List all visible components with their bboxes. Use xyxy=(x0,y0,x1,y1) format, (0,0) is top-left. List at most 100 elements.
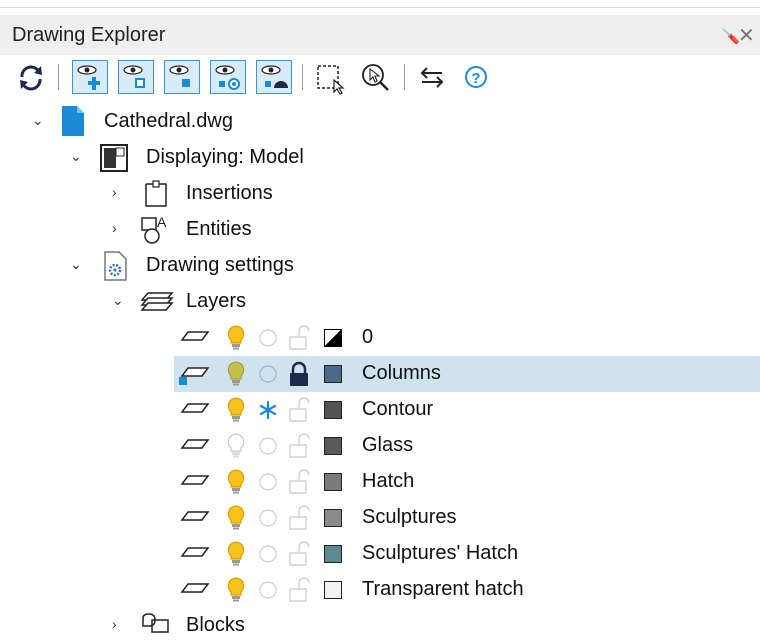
chevron-down-icon[interactable]: ⌄ xyxy=(70,256,82,273)
insertions-label: Insertions xyxy=(186,182,273,204)
layer-name: Transparent hatch xyxy=(362,578,524,600)
bulb-off-icon[interactable] xyxy=(226,433,246,464)
insertions-icon xyxy=(144,180,168,213)
bulb-on-icon[interactable] xyxy=(226,577,246,608)
layer-color-swatch[interactable] xyxy=(324,509,342,527)
layer-row[interactable]: Sculptures xyxy=(0,500,760,536)
unlock-icon[interactable] xyxy=(288,541,310,572)
chevron-down-icon[interactable]: ⌄ xyxy=(112,292,124,309)
panel-title: Drawing Explorer xyxy=(12,24,166,46)
unlock-icon[interactable] xyxy=(288,505,310,536)
help-icon[interactable]: ? xyxy=(458,58,494,96)
file-name: Cathedral.dwg xyxy=(104,110,233,132)
chevron-right-icon[interactable]: › xyxy=(112,616,117,632)
thaw-icon[interactable] xyxy=(258,508,278,533)
swap-icon[interactable] xyxy=(414,58,450,96)
layer-color-swatch[interactable] xyxy=(324,473,342,491)
thaw-icon[interactable] xyxy=(258,580,278,605)
bulb-on-icon[interactable] xyxy=(226,325,246,356)
svg-text:A: A xyxy=(157,214,167,230)
chevron-down-icon[interactable]: ⌄ xyxy=(32,112,44,129)
tree-node-displaying[interactable]: ⌄ Displaying: Model xyxy=(0,140,760,176)
tree-node-drawing-settings[interactable]: ⌄ Drawing settings xyxy=(0,248,760,284)
lock-icon[interactable] xyxy=(288,361,310,392)
layer-icon[interactable] xyxy=(178,578,212,607)
select-entities-icon[interactable] xyxy=(312,58,348,96)
layer-icon[interactable] xyxy=(178,434,212,463)
layer-name: Contour xyxy=(362,398,434,420)
file-icon xyxy=(62,106,84,141)
bulb-on-icon[interactable] xyxy=(226,361,246,392)
layer-color-swatch[interactable] xyxy=(324,365,342,383)
top-border xyxy=(0,0,760,8)
entities-icon: A xyxy=(140,214,172,251)
pin-icon[interactable]: 🪛 xyxy=(720,26,740,46)
layer-row[interactable]: Hatch xyxy=(0,464,760,500)
layer-name: 0 xyxy=(362,326,374,348)
layer-color-swatch[interactable] xyxy=(324,437,342,455)
tree-node-layers[interactable]: ⌄ Layers xyxy=(0,284,760,320)
layer-icon[interactable] xyxy=(178,470,212,499)
tree-node-blocks[interactable]: › Blocks xyxy=(0,608,760,644)
layer-row[interactable]: Sculptures' Hatch xyxy=(0,536,760,572)
view-option-3-icon[interactable] xyxy=(210,60,246,94)
bulb-on-icon[interactable] xyxy=(226,469,246,500)
thaw-icon[interactable] xyxy=(258,364,278,389)
layer-color-swatch[interactable] xyxy=(324,329,342,347)
unlock-icon[interactable] xyxy=(288,577,310,608)
view-option-2-icon[interactable] xyxy=(164,60,200,94)
thaw-icon[interactable] xyxy=(258,472,278,497)
layer-icon[interactable] xyxy=(178,398,212,427)
close-icon[interactable]: ✕ xyxy=(738,23,755,48)
model-space-icon xyxy=(100,144,128,177)
snowflake-icon[interactable] xyxy=(258,400,278,425)
toolbar: ? xyxy=(0,58,760,100)
tree-node-insertions[interactable]: › Insertions xyxy=(0,176,760,212)
view-option-1-icon[interactable] xyxy=(118,60,154,94)
layer-icon[interactable] xyxy=(178,506,212,535)
layer-row[interactable]: Contour xyxy=(0,392,760,428)
layer-row[interactable]: Glass xyxy=(0,428,760,464)
zoom-to-selection-icon[interactable] xyxy=(358,58,394,96)
layer-row[interactable]: Transparent hatch xyxy=(0,572,760,608)
current-layer-icon[interactable] xyxy=(178,362,212,391)
layer-row[interactable]: 0 xyxy=(0,320,760,356)
thaw-icon[interactable] xyxy=(258,436,278,461)
thaw-icon[interactable] xyxy=(258,328,278,353)
layer-name: Sculptures' Hatch xyxy=(362,542,519,564)
layer-name: Glass xyxy=(362,434,414,456)
bulb-on-icon[interactable] xyxy=(226,397,246,428)
bulb-on-icon[interactable] xyxy=(226,505,246,536)
unlock-icon[interactable] xyxy=(288,325,310,356)
new-view-icon[interactable] xyxy=(72,60,108,94)
panel-titlebar: Drawing Explorer 🪛 ✕ xyxy=(0,15,760,55)
layers-label: Layers xyxy=(186,290,247,312)
thaw-icon[interactable] xyxy=(258,544,278,569)
tree-node-file[interactable]: ⌄ Cathedral.dwg xyxy=(0,104,760,140)
bulb-on-icon[interactable] xyxy=(226,541,246,572)
chevron-down-icon[interactable]: ⌄ xyxy=(70,148,82,165)
entities-label: Entities xyxy=(186,218,252,240)
layer-color-swatch[interactable] xyxy=(324,401,342,419)
drawing-settings-label: Drawing settings xyxy=(146,254,294,276)
unlock-icon[interactable] xyxy=(288,397,310,428)
unlock-icon[interactable] xyxy=(288,469,310,500)
layers-icon xyxy=(140,290,174,319)
layer-color-swatch[interactable] xyxy=(324,545,342,563)
view-option-4-icon[interactable] xyxy=(256,60,292,94)
unlock-icon[interactable] xyxy=(288,433,310,464)
chevron-right-icon[interactable]: › xyxy=(112,220,117,236)
layer-name: Sculptures xyxy=(362,506,457,528)
drawing-settings-icon xyxy=(104,251,130,286)
layer-color-swatch[interactable] xyxy=(324,581,342,599)
layer-icon[interactable] xyxy=(178,542,212,571)
tree-node-entities[interactable]: › A Entities xyxy=(0,212,760,248)
layer-icon[interactable] xyxy=(178,326,212,355)
refresh-icon[interactable] xyxy=(14,58,48,96)
layer-name: Columns xyxy=(362,362,441,384)
layer-row[interactable]: Columns xyxy=(0,356,760,392)
svg-text:?: ? xyxy=(471,70,480,87)
blocks-icon xyxy=(140,612,174,643)
displaying-label: Displaying: Model xyxy=(146,146,304,168)
chevron-right-icon[interactable]: › xyxy=(112,184,117,200)
